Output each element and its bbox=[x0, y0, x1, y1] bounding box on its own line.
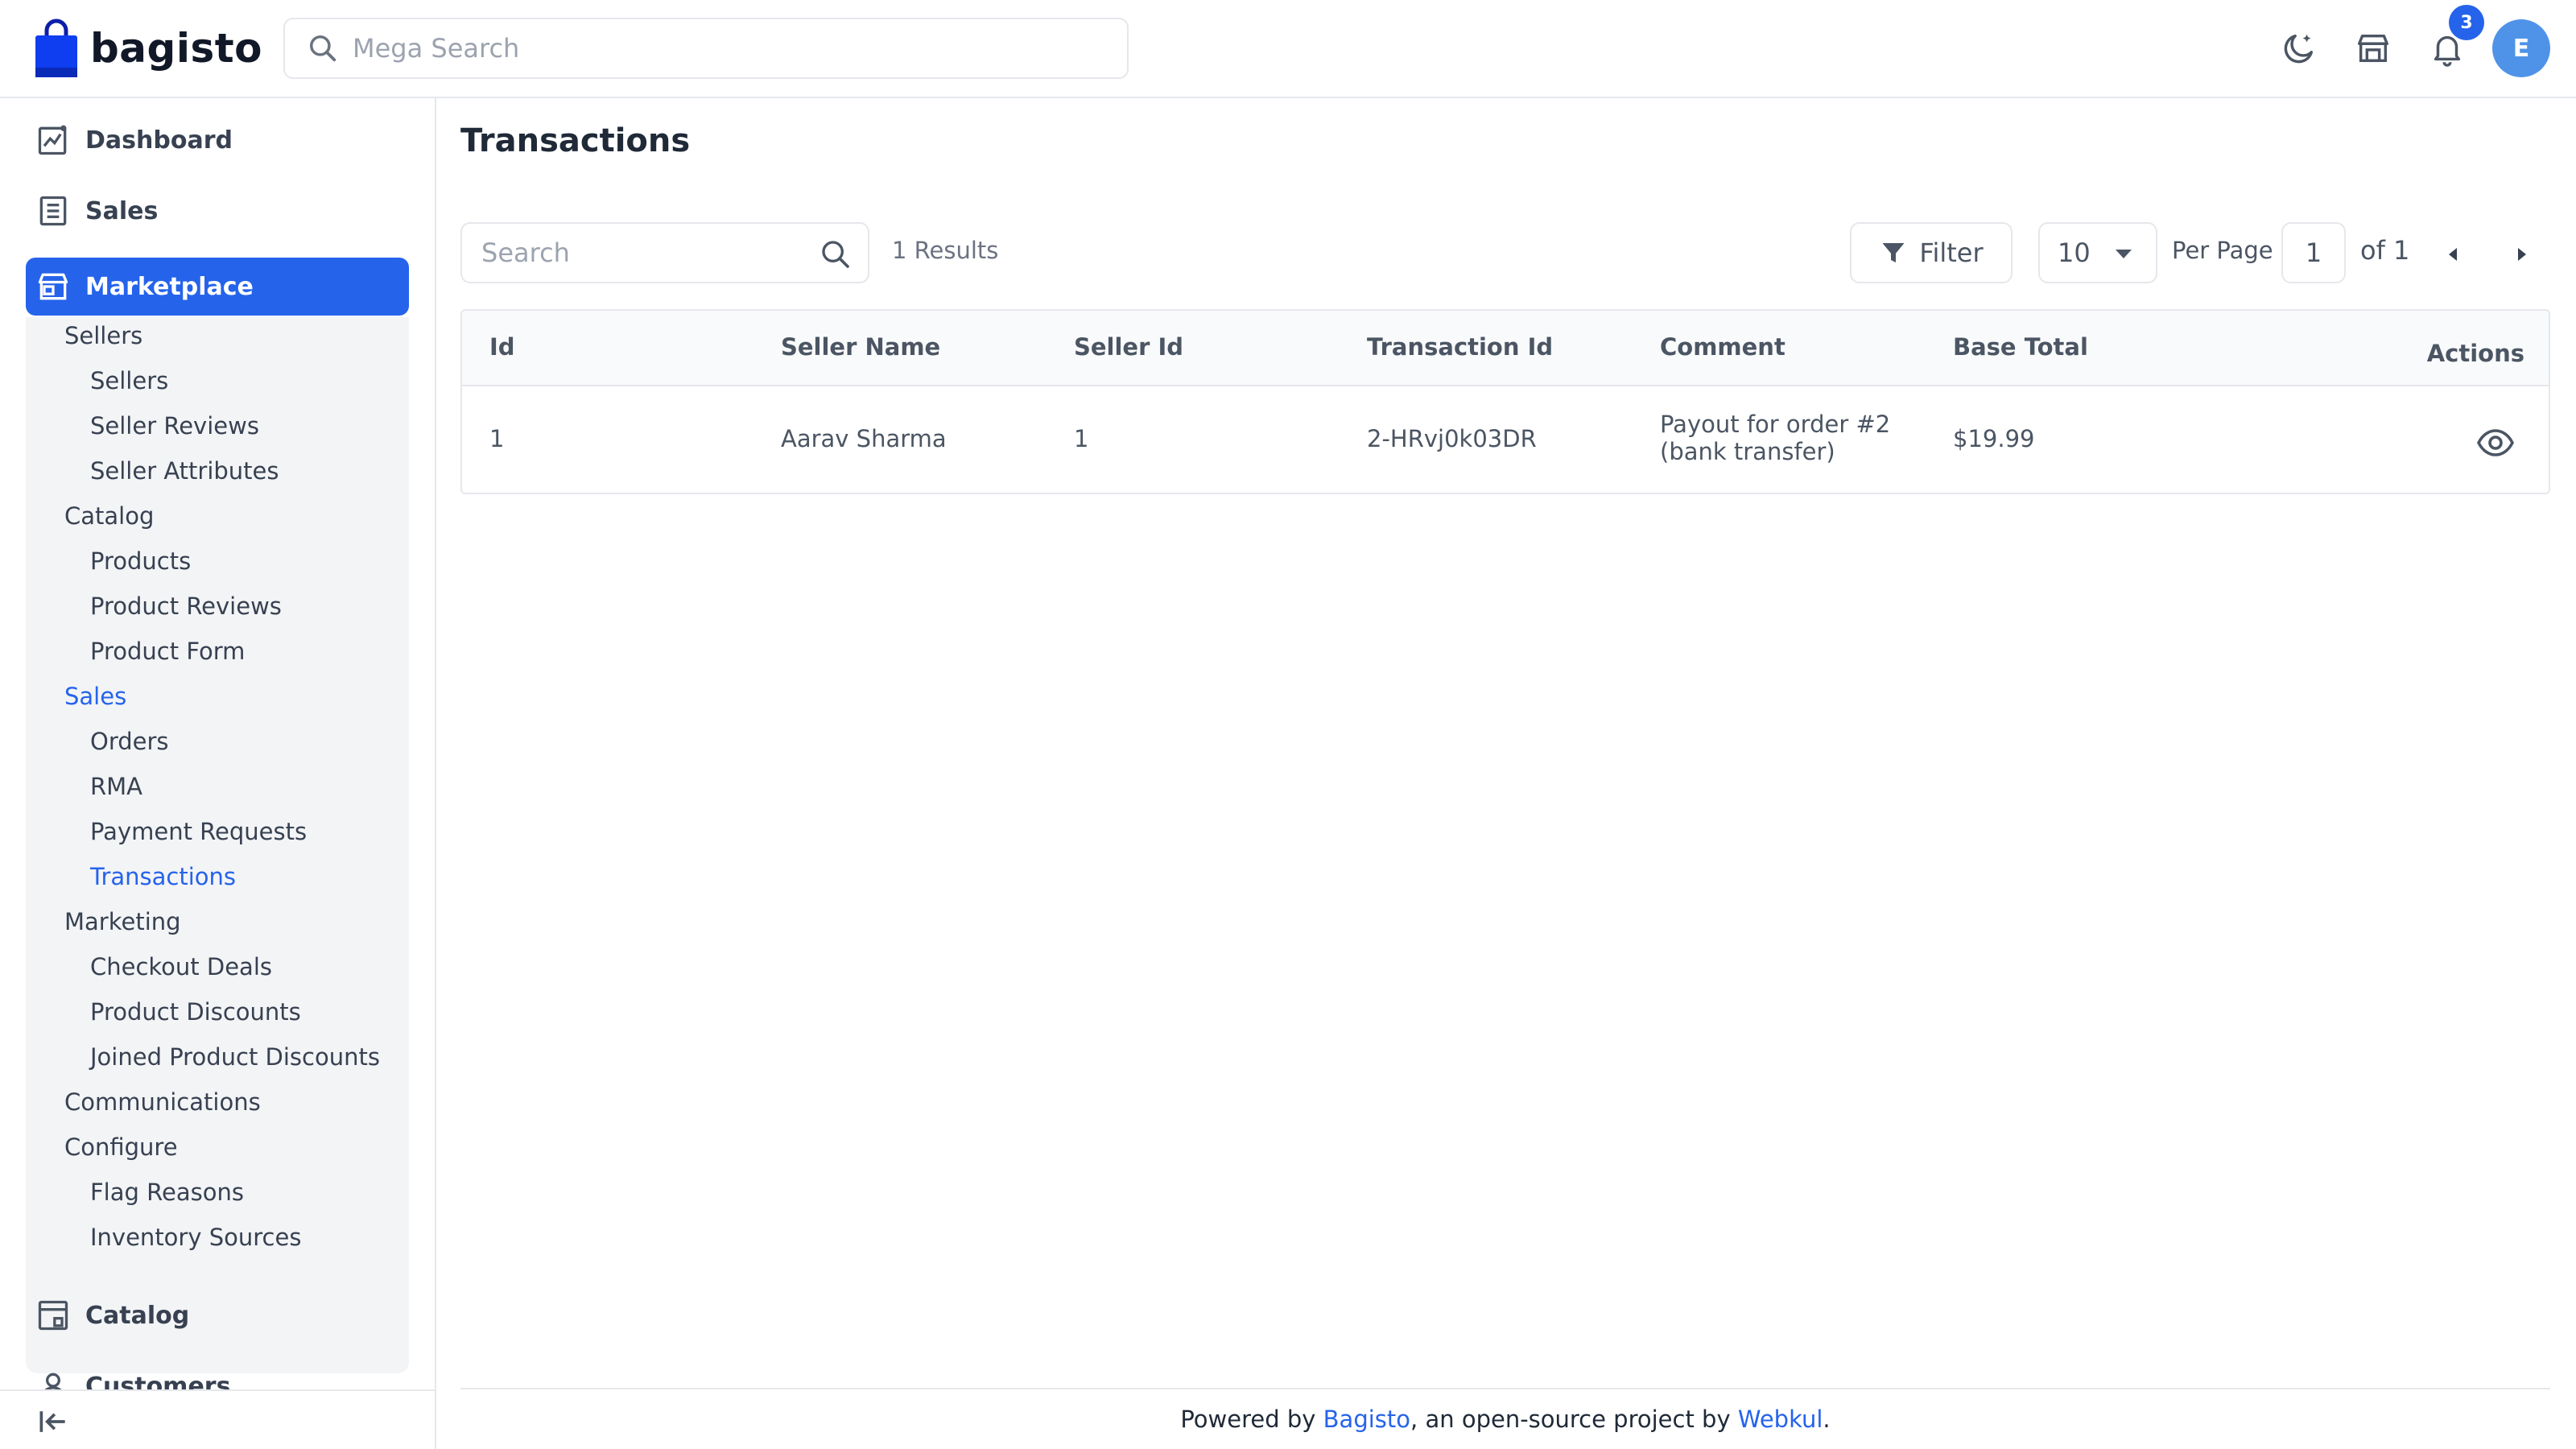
per-page-select[interactable]: 10 bbox=[2038, 222, 2157, 283]
cell-seller-name: Aarav Sharma bbox=[781, 425, 947, 452]
submenu-product-form[interactable]: Product Form bbox=[90, 638, 245, 665]
submenu-transactions[interactable]: Transactions bbox=[90, 863, 236, 890]
logo[interactable]: bagisto bbox=[34, 18, 262, 79]
dark-mode-toggle[interactable] bbox=[2277, 26, 2322, 71]
submenu-flag-reasons[interactable]: Flag Reasons bbox=[90, 1179, 244, 1206]
catalog-icon bbox=[31, 1293, 76, 1338]
results-count: 1 Results bbox=[892, 237, 999, 264]
user-avatar[interactable]: E bbox=[2492, 19, 2550, 77]
sidebar-item-label: Sales bbox=[85, 196, 159, 225]
sidebar-collapse-bar bbox=[0, 1389, 435, 1449]
filter-label: Filter bbox=[1919, 237, 1984, 268]
column-header-base-total[interactable]: Base Total bbox=[1953, 333, 2088, 361]
transactions-table: Id Seller Name Seller Id Transaction Id … bbox=[460, 309, 2550, 494]
comment-line: Payout for order #2 bbox=[1660, 411, 1891, 438]
mega-search-input[interactable] bbox=[353, 33, 1077, 64]
datagrid-search-input[interactable] bbox=[481, 237, 803, 268]
bagisto-link[interactable]: Bagisto bbox=[1323, 1406, 1410, 1433]
cell-base-total: $19.99 bbox=[1953, 425, 2035, 452]
filter-button[interactable]: Filter bbox=[1850, 222, 2013, 283]
notification-badge: 3 bbox=[2449, 5, 2484, 40]
submenu-payment-requests[interactable]: Payment Requests bbox=[90, 818, 307, 845]
view-button[interactable] bbox=[2473, 420, 2518, 465]
footer-suffix: . bbox=[1823, 1406, 1831, 1433]
per-page-label: Per Page bbox=[2172, 237, 2273, 264]
total-pages-label: of 1 bbox=[2360, 235, 2410, 266]
previous-page-button[interactable] bbox=[2438, 238, 2470, 270]
storefront-button[interactable] bbox=[2351, 26, 2396, 71]
column-header-comment[interactable]: Comment bbox=[1660, 333, 1785, 361]
webkul-link[interactable]: Webkul bbox=[1738, 1406, 1823, 1433]
footer: Powered by Bagisto , an open-source proj… bbox=[460, 1388, 2550, 1449]
sidebar-item-label: Marketplace bbox=[85, 272, 254, 301]
submenu-checkout-deals[interactable]: Checkout Deals bbox=[90, 953, 272, 980]
submenu-inventory-sources[interactable]: Inventory Sources bbox=[90, 1224, 301, 1251]
store-icon bbox=[2358, 34, 2388, 63]
sidebar-item-sales[interactable]: Sales bbox=[26, 182, 409, 240]
cell-id: 1 bbox=[489, 425, 505, 452]
mega-search-box[interactable] bbox=[283, 18, 1129, 79]
sidebar-item-label: Dashboard bbox=[85, 126, 233, 155]
logo-text: bagisto bbox=[90, 25, 262, 72]
table-row: 1 Aarav Sharma 1 2-HRvj0k03DR Payout for… bbox=[462, 386, 2549, 493]
page-title: Transactions bbox=[460, 122, 691, 159]
submenu-product-reviews[interactable]: Product Reviews bbox=[90, 592, 282, 620]
caret-right-icon bbox=[2518, 248, 2526, 261]
submenu-sellers[interactable]: Sellers bbox=[64, 322, 142, 349]
submenu-rma[interactable]: RMA bbox=[90, 773, 142, 800]
dashboard-icon bbox=[31, 118, 76, 163]
submenu-catalog[interactable]: Catalog bbox=[64, 502, 154, 530]
submenu-orders[interactable]: Orders bbox=[90, 728, 169, 755]
filter-icon bbox=[1882, 243, 1905, 262]
sidebar-item-label: Catalog bbox=[85, 1301, 190, 1330]
comment-line: (bank transfer) bbox=[1660, 438, 1835, 465]
column-header-transaction-id[interactable]: Transaction Id bbox=[1367, 333, 1553, 361]
column-header-seller-name[interactable]: Seller Name bbox=[781, 333, 940, 361]
top-header: bagisto 3 E bbox=[0, 0, 2576, 98]
sidebar-item-marketplace[interactable]: Marketplace bbox=[26, 258, 409, 316]
table-header: Id Seller Name Seller Id Transaction Id … bbox=[462, 311, 2549, 386]
shopping-bag-icon bbox=[35, 19, 77, 77]
search-icon bbox=[310, 35, 336, 62]
next-page-button[interactable] bbox=[2505, 238, 2537, 270]
store-icon bbox=[31, 264, 76, 309]
caret-down-icon bbox=[2116, 250, 2132, 258]
sidebar-item-catalog[interactable]: Catalog bbox=[26, 1286, 409, 1344]
search-icon[interactable] bbox=[819, 238, 852, 270]
column-header-id[interactable]: Id bbox=[489, 333, 515, 361]
cell-transaction-id: 2-HRvj0k03DR bbox=[1367, 425, 1537, 452]
caret-left-icon bbox=[2449, 248, 2457, 261]
submenu-seller-attributes[interactable]: Seller Attributes bbox=[90, 457, 279, 485]
sales-icon bbox=[31, 188, 76, 233]
eye-icon bbox=[2476, 429, 2515, 456]
footer-middle: , an open-source project by bbox=[1410, 1406, 1738, 1433]
per-page-value: 10 bbox=[2058, 237, 2091, 268]
sidebar: Dashboard Sales Marketplace Sellers Sell… bbox=[0, 98, 436, 1449]
submenu-joined-product-discounts[interactable]: Joined Product Discounts bbox=[90, 1043, 380, 1071]
moon-icon bbox=[2284, 34, 2314, 64]
column-header-actions: Actions bbox=[2426, 340, 2524, 367]
submenu-sellers-list[interactable]: Sellers bbox=[90, 367, 168, 394]
cell-seller-id: 1 bbox=[1074, 425, 1089, 452]
footer-prefix: Powered by bbox=[1180, 1406, 1323, 1433]
submenu-products[interactable]: Products bbox=[90, 547, 191, 575]
submenu-configure[interactable]: Configure bbox=[64, 1133, 178, 1161]
submenu-sales[interactable]: Sales bbox=[64, 683, 126, 710]
submenu-communications[interactable]: Communications bbox=[64, 1088, 261, 1116]
sidebar-item-dashboard[interactable]: Dashboard bbox=[26, 111, 409, 169]
submenu-seller-reviews[interactable]: Seller Reviews bbox=[90, 412, 259, 440]
page-number-input[interactable]: 1 bbox=[2281, 222, 2346, 283]
column-header-seller-id[interactable]: Seller Id bbox=[1074, 333, 1183, 361]
cell-comment: Payout for order #2 (bank transfer) bbox=[1660, 411, 1934, 465]
collapse-sidebar-icon[interactable] bbox=[35, 1404, 71, 1439]
submenu-product-discounts[interactable]: Product Discounts bbox=[90, 998, 301, 1026]
submenu-marketing[interactable]: Marketing bbox=[64, 908, 181, 935]
datagrid-search-box[interactable] bbox=[460, 222, 869, 283]
